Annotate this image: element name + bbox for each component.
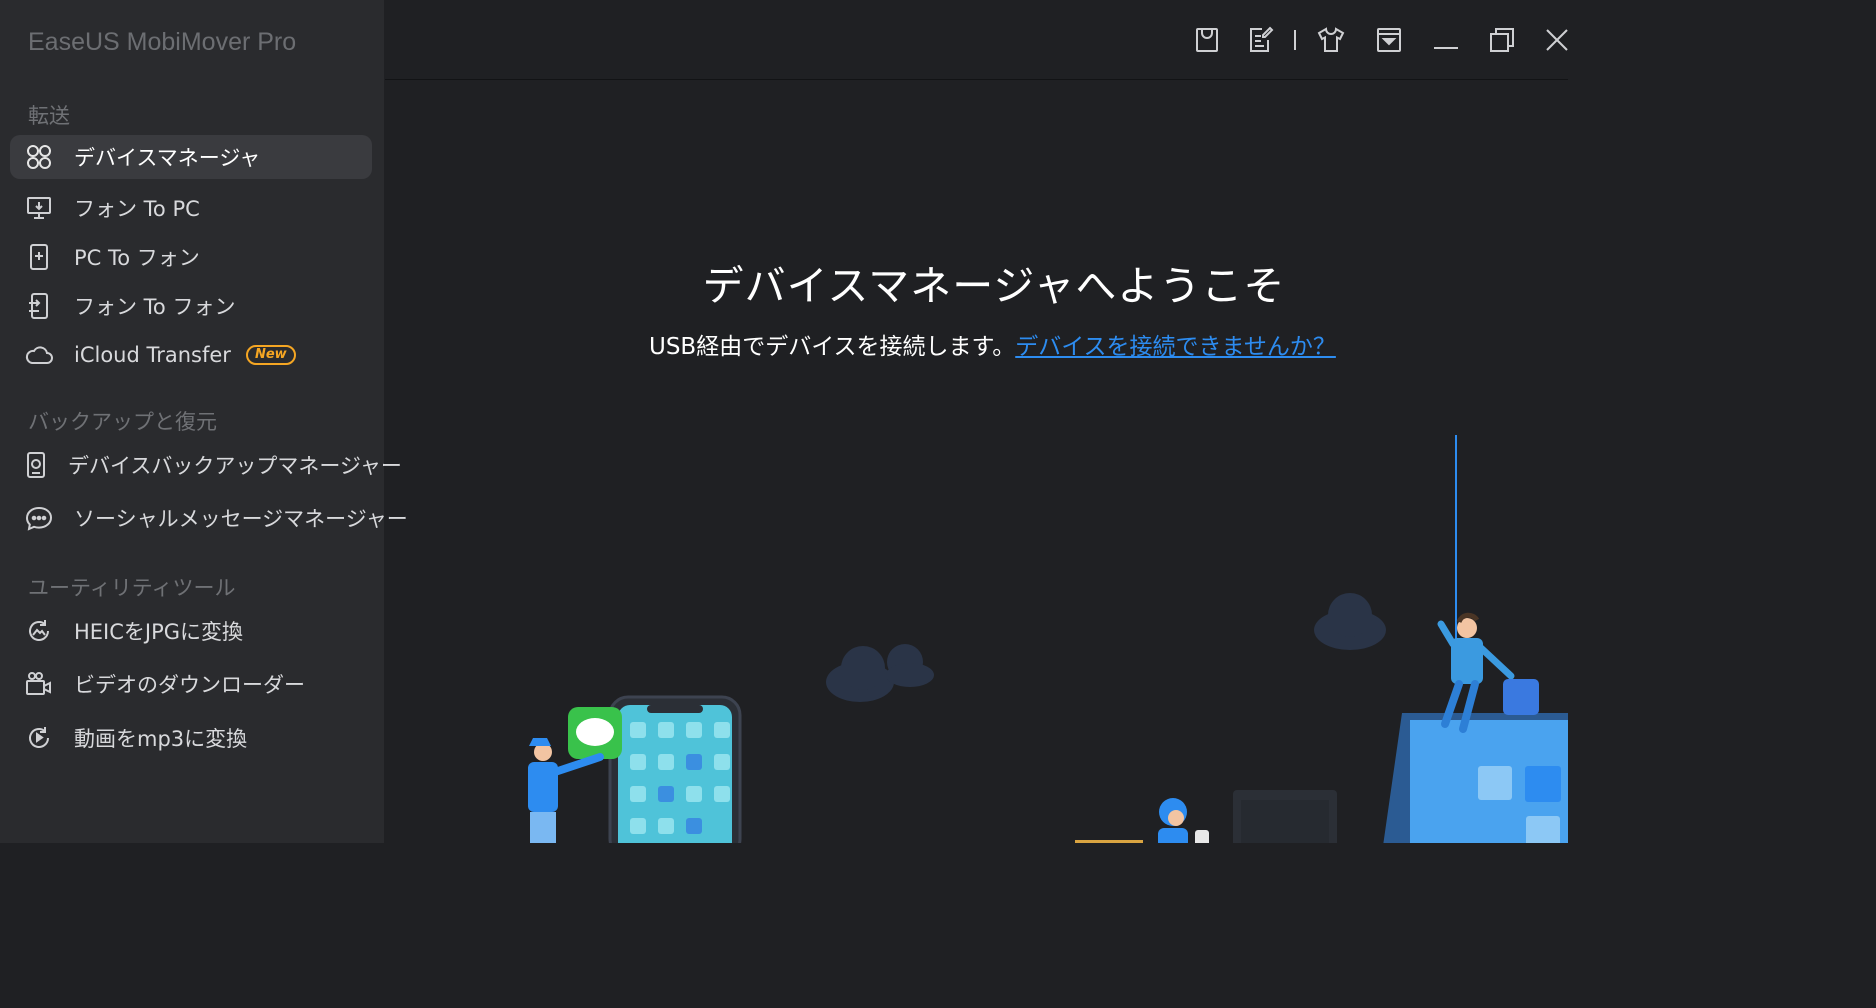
sidebar-item-label: フォン To フォン	[74, 295, 236, 319]
sidebar-item-label: ビデオのダウンローダー	[74, 673, 305, 697]
sidebar-item-phone-to-pc[interactable]: フォン To PC	[10, 186, 372, 230]
sidebar-item-phone-to-phone[interactable]: フォン To フォン	[10, 284, 372, 328]
title-bar	[385, 0, 1568, 80]
section-title-backup: バックアップと復元	[28, 410, 217, 434]
grid-icon	[25, 143, 53, 171]
sidebar-item-label: HEICをJPGに変換	[74, 620, 244, 644]
backup-icon	[25, 451, 47, 479]
sidebar-item-label: 動画をmp3に変換	[74, 727, 248, 751]
sidebar-item-label: デバイスバックアップマネージャー	[68, 454, 402, 478]
restore-icon[interactable]	[1486, 24, 1518, 56]
monitor-icon	[25, 194, 53, 222]
sidebar-item-label: ソーシャルメッセージマネージャー	[74, 507, 408, 531]
sidebar-item-label: PC To フォン	[74, 246, 200, 270]
video-camera-icon	[25, 670, 53, 698]
connection-help-link[interactable]: デバイスを接続できませんか？	[1015, 334, 1336, 360]
sidebar-item-social-message-manager[interactable]: ソーシャルメッセージマネージャー	[10, 496, 408, 540]
section-title-transfer: 転送	[28, 104, 70, 128]
shopping-bag-icon[interactable]	[1191, 24, 1223, 56]
sidebar-item-pc-to-phone[interactable]: PC To フォン	[10, 235, 372, 279]
close-icon[interactable]	[1541, 24, 1573, 56]
sidebar-item-device-manager[interactable]: デバイスマネージャ	[10, 135, 372, 179]
new-badge: New	[245, 345, 296, 365]
music-convert-icon	[25, 724, 53, 752]
welcome-text: USB経由でデバイスを接続します。	[649, 334, 1016, 360]
minimize-icon[interactable]	[1430, 24, 1462, 56]
sidebar-item-label: フォン To PC	[74, 197, 200, 221]
chat-icon	[25, 504, 53, 532]
welcome-illustration	[528, 435, 1568, 843]
sidebar-item-video-to-mp3[interactable]: 動画をmp3に変換	[10, 716, 372, 760]
tshirt-icon[interactable]	[1315, 24, 1347, 56]
sidebar: EaseUS MobiMover Pro 転送 デバイスマネージャ フォン To…	[0, 0, 408, 843]
sidebar-item-icloud-transfer[interactable]: iCloud Transfer New	[10, 333, 372, 377]
sidebar-item-device-backup-manager[interactable]: デバイスバックアップマネージャー	[10, 443, 402, 487]
image-convert-icon	[25, 617, 53, 645]
welcome-subtitle: USB経由でデバイスを接続します。デバイスを接続できませんか？	[649, 327, 1336, 361]
sidebar-item-label: iCloud Transfer	[74, 343, 231, 367]
sidebar-item-heic-to-jpg[interactable]: HEICをJPGに変換	[10, 609, 372, 653]
dropdown-menu-icon[interactable]	[1373, 24, 1405, 56]
section-title-utilities: ユーティリティツール	[28, 576, 236, 600]
sidebar-item-label: デバイスマネージャ	[74, 146, 261, 170]
phone-transfer-icon	[25, 292, 53, 320]
phone-plus-icon	[25, 243, 53, 271]
sidebar-item-video-downloader[interactable]: ビデオのダウンローダー	[10, 662, 372, 706]
app-title: EaseUS MobiMover Pro	[28, 28, 297, 56]
toolbar-divider	[1294, 30, 1296, 50]
cloud-icon	[25, 341, 53, 369]
welcome-title: デバイスマネージャへようこそ	[702, 262, 1286, 310]
register-icon[interactable]	[1245, 24, 1277, 56]
